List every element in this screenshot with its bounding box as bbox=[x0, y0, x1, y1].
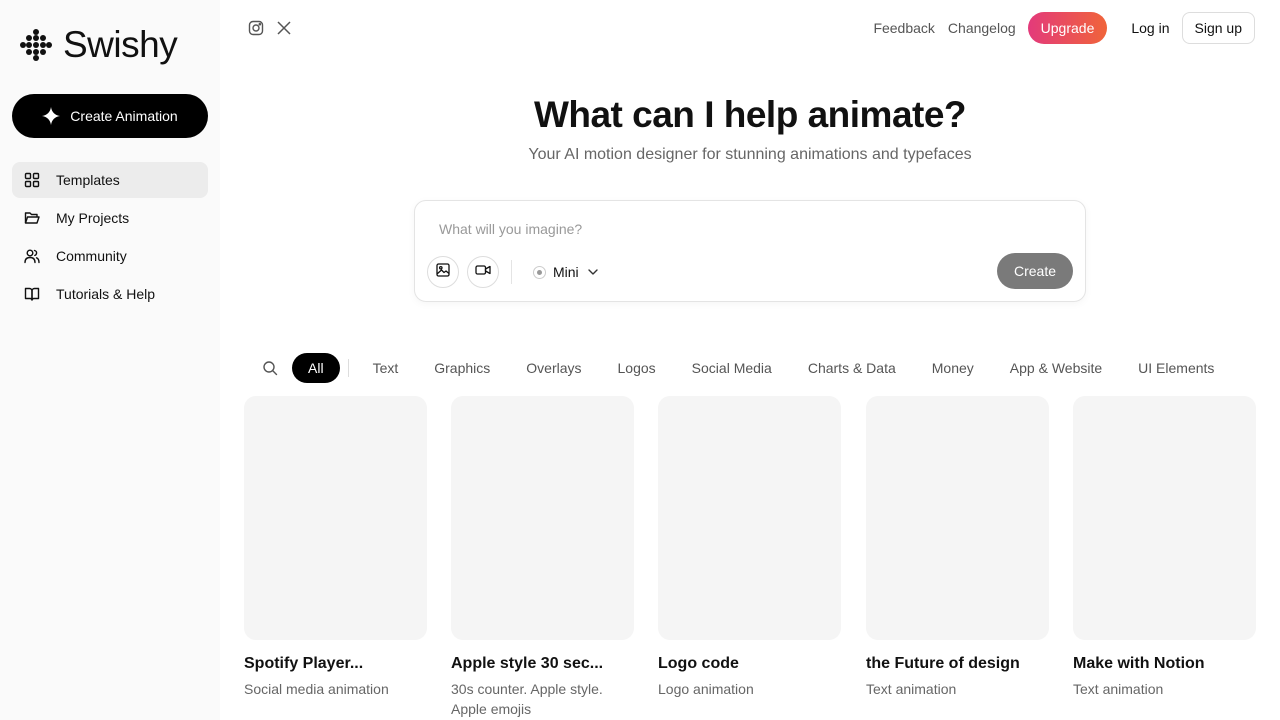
model-select[interactable]: Mini bbox=[533, 262, 599, 282]
template-title: Apple style 30 sec... bbox=[451, 655, 604, 672]
sparkle-icon bbox=[42, 107, 61, 125]
page-subtitle: Your AI motion designer for stunning ani… bbox=[528, 146, 972, 163]
template-card[interactable]: Logo code Logo animation bbox=[658, 396, 841, 699]
filter-logos[interactable]: Logos bbox=[600, 353, 674, 383]
model-icon bbox=[533, 265, 546, 279]
grid-icon bbox=[24, 172, 40, 188]
template-card[interactable]: the Future of design Text animation bbox=[866, 396, 1049, 699]
sidebar-item-tutorials-help[interactable]: Tutorials & Help bbox=[12, 276, 208, 312]
template-thumbnail bbox=[451, 396, 634, 640]
template-title: the Future of design bbox=[866, 655, 1020, 672]
sidebar: Swishy Create Animation Templates My Pro… bbox=[0, 0, 220, 720]
filter-social-media[interactable]: Social Media bbox=[674, 353, 790, 383]
image-icon bbox=[436, 262, 450, 282]
filter-ui-elements[interactable]: UI Elements bbox=[1120, 353, 1232, 383]
chevron-down-icon bbox=[587, 266, 599, 278]
template-description: 30s counter. Apple style. Apple emojis bbox=[451, 681, 603, 717]
filter-graphics[interactable]: Graphics bbox=[416, 353, 508, 383]
sidebar-item-community[interactable]: Community bbox=[12, 238, 208, 274]
prompt-input[interactable] bbox=[439, 219, 1039, 239]
feedback-link[interactable]: Feedback bbox=[873, 20, 934, 36]
template-title: Logo code bbox=[658, 655, 739, 672]
filter-app-website[interactable]: App & Website bbox=[992, 353, 1120, 383]
template-thumbnail bbox=[658, 396, 841, 640]
signup-button[interactable]: Sign up bbox=[1181, 12, 1255, 44]
x-icon[interactable] bbox=[276, 20, 292, 36]
changelog-link[interactable]: Changelog bbox=[948, 20, 1016, 36]
sidebar-item-label: My Projects bbox=[56, 210, 130, 226]
upgrade-button[interactable]: Upgrade bbox=[1027, 12, 1108, 44]
users-icon bbox=[24, 248, 40, 264]
swishy-logo-icon bbox=[20, 28, 52, 61]
filter-all[interactable]: All bbox=[292, 353, 340, 383]
template-title: Make with Notion bbox=[1073, 655, 1205, 672]
category-filters: All Text Graphics Overlays Logos Social … bbox=[260, 353, 1232, 383]
sidebar-item-label: Tutorials & Help bbox=[56, 286, 156, 302]
page-title: What can I help animate? bbox=[533, 94, 967, 135]
logo[interactable]: Swishy bbox=[20, 24, 178, 65]
template-card[interactable]: Apple style 30 sec... 30s counter. Apple… bbox=[451, 396, 634, 719]
video-camera-icon bbox=[475, 263, 491, 282]
prompt-box: Mini Create bbox=[414, 200, 1086, 302]
upload-image-button[interactable] bbox=[427, 256, 459, 288]
template-card[interactable]: Spotify Player... Social media animation bbox=[244, 396, 427, 699]
folder-open-icon bbox=[24, 210, 40, 226]
sidebar-item-my-projects[interactable]: My Projects bbox=[12, 200, 208, 236]
filter-charts-data[interactable]: Charts & Data bbox=[790, 353, 914, 383]
template-description: Text animation bbox=[866, 681, 957, 697]
template-title: Spotify Player... bbox=[244, 655, 364, 672]
create-animation-label: Create Animation bbox=[70, 108, 178, 124]
filter-money[interactable]: Money bbox=[914, 353, 992, 383]
filter-text[interactable]: Text bbox=[355, 353, 417, 383]
sidebar-item-templates[interactable]: Templates bbox=[12, 162, 208, 198]
template-description: Text animation bbox=[1073, 681, 1164, 697]
sidebar-item-label: Templates bbox=[56, 172, 120, 188]
social-links bbox=[248, 20, 292, 36]
create-animation-button[interactable]: Create Animation bbox=[12, 94, 208, 138]
instagram-icon[interactable] bbox=[248, 20, 264, 36]
template-thumbnail bbox=[866, 396, 1049, 640]
login-button[interactable]: Log in bbox=[1119, 12, 1181, 44]
book-icon bbox=[24, 286, 40, 302]
divider bbox=[347, 359, 349, 377]
search-icon[interactable] bbox=[260, 358, 280, 378]
divider bbox=[511, 260, 512, 284]
template-description: Logo animation bbox=[658, 681, 754, 697]
brand-name: Swishy bbox=[63, 24, 178, 65]
sidebar-nav: Templates My Projects Community Tutorial… bbox=[12, 162, 208, 314]
filter-overlays[interactable]: Overlays bbox=[508, 353, 599, 383]
template-thumbnail bbox=[244, 396, 427, 640]
upload-video-button[interactable] bbox=[467, 256, 499, 288]
template-thumbnail bbox=[1073, 396, 1256, 640]
template-description: Social media animation bbox=[244, 681, 389, 697]
model-select-value: Mini bbox=[553, 264, 579, 280]
sidebar-item-label: Community bbox=[56, 248, 127, 264]
template-card[interactable]: Make with Notion Text animation bbox=[1073, 396, 1256, 699]
header-actions: Feedback Changelog Upgrade Log in Sign u… bbox=[873, 12, 1255, 44]
prompt-create-button[interactable]: Create bbox=[997, 253, 1073, 289]
